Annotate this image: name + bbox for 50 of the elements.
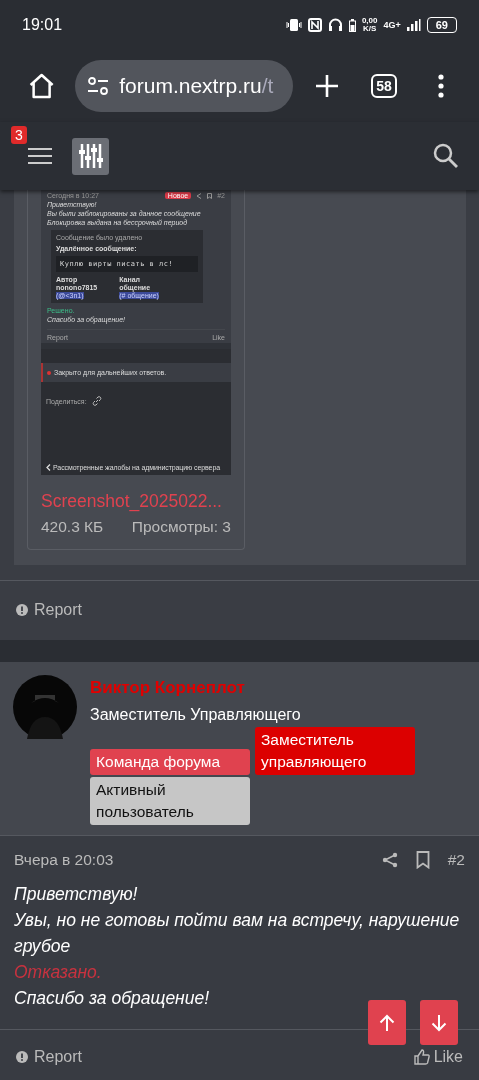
link-icon xyxy=(91,396,102,406)
like-link[interactable]: Like xyxy=(433,1048,463,1066)
bookmark-icon[interactable] xyxy=(415,851,430,869)
url-text[interactable]: forum.nextrp.ru/t xyxy=(119,74,274,98)
filter-button[interactable] xyxy=(72,137,109,175)
user-banner: Активный пользователь xyxy=(90,777,250,825)
share-icon[interactable] xyxy=(381,852,398,868)
chevron-left-icon xyxy=(46,464,51,471)
post-date[interactable]: Вчера в 20:03 xyxy=(14,851,364,869)
message-text: Приветствую! xyxy=(14,883,139,906)
network-type: 4G+ xyxy=(383,20,401,30)
user-title: Заместитель Управляющего xyxy=(90,706,302,724)
speed-unit: K/S xyxy=(362,25,378,33)
arrow-down-icon xyxy=(431,1013,447,1032)
alert-icon xyxy=(16,604,28,616)
battery-level: 69 xyxy=(426,17,457,33)
alert-icon xyxy=(16,1051,28,1063)
battery-icon xyxy=(348,18,356,32)
site-settings-icon[interactable] xyxy=(87,77,110,95)
menu-icon[interactable] xyxy=(437,74,446,98)
verdict-text: Отказано. xyxy=(14,961,103,984)
post-number[interactable]: #2 xyxy=(447,851,465,869)
attachment-card[interactable] xyxy=(27,190,245,550)
arrow-up-icon xyxy=(379,1013,395,1032)
message-text: Увы, но не готовы пойти вам на встречу, нарушение грубое xyxy=(14,909,461,958)
scroll-down-button[interactable] xyxy=(420,1000,458,1045)
report-link[interactable]: Report xyxy=(34,1048,83,1066)
message-text: Спасибо за обращение! xyxy=(14,987,211,1010)
vibrate-icon xyxy=(285,18,302,32)
clock-time: 19:01 xyxy=(22,16,64,34)
view-count: Просмотры: 3 xyxy=(131,518,231,536)
file-size: 420.3 КБ xyxy=(41,518,104,536)
user-banner: Команда форума xyxy=(90,749,250,775)
report-link[interactable]: Report xyxy=(34,601,83,619)
bookmark-icon xyxy=(207,192,213,199)
new-tab-icon[interactable] xyxy=(314,74,339,98)
notification-badge: 3 xyxy=(11,126,27,144)
sliders-icon xyxy=(76,142,105,170)
signal-icon xyxy=(406,19,421,31)
address-bar[interactable]: forum.nextrp.ru/t xyxy=(75,60,294,112)
thumbs-up-icon xyxy=(413,1049,430,1065)
share-icon xyxy=(196,192,203,199)
lock-dot-icon xyxy=(47,370,51,375)
search-icon[interactable] xyxy=(433,143,459,169)
headphones-icon xyxy=(327,18,343,32)
user-banner: Заместитель управляющего xyxy=(255,727,415,775)
nfc-icon xyxy=(307,18,322,32)
scroll-up-button[interactable] xyxy=(368,1000,406,1045)
network-speed: 0,00 xyxy=(361,17,378,25)
tab-count[interactable]: 58 xyxy=(371,74,397,98)
